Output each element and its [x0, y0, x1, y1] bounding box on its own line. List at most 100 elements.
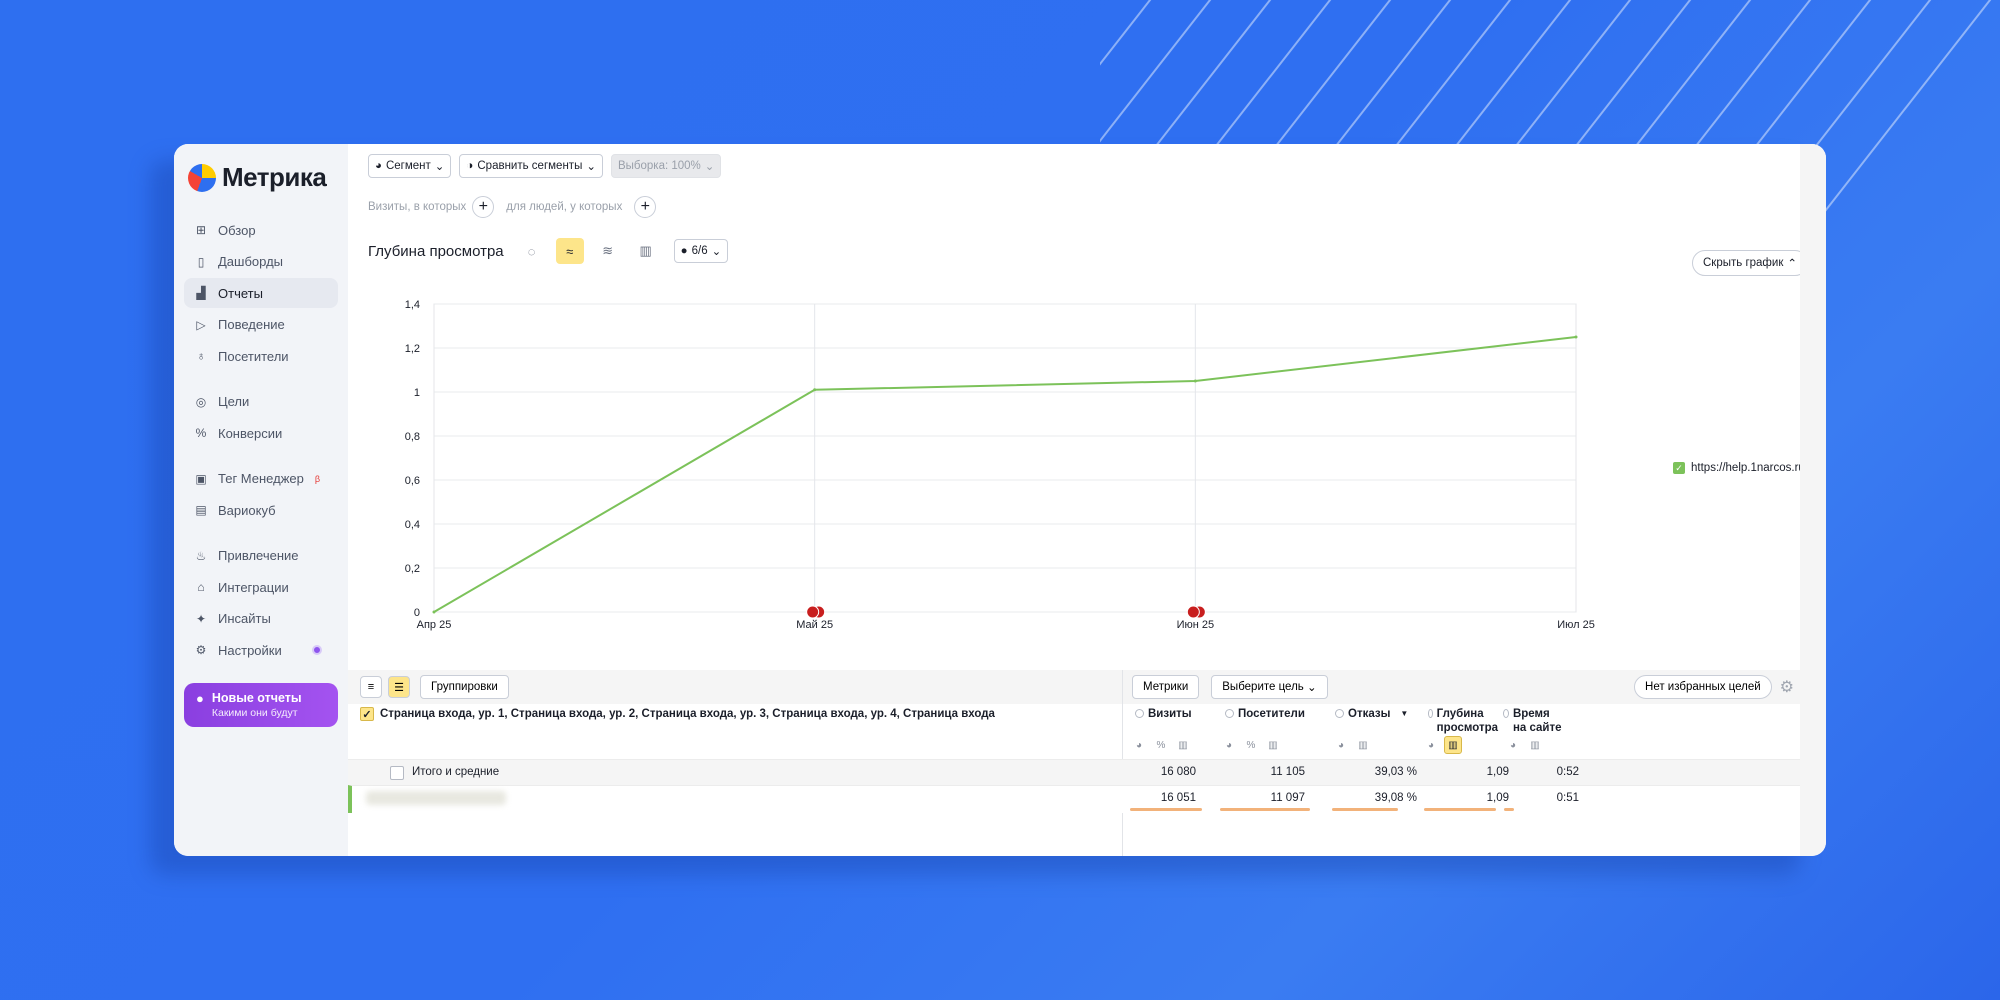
bar-chart-icon[interactable]: ▥ [1526, 736, 1544, 754]
logo[interactable]: Метрика [188, 162, 338, 193]
stacked-area-view-icon[interactable]: ≋ [594, 238, 622, 264]
y-tick-label: 1,2 [405, 343, 420, 355]
sidebar-item-label: Вариокуб [218, 502, 276, 518]
visits-filter-label: Визиты, в которых [368, 201, 467, 213]
chart-legend[interactable]: ✓ https://help.1narcos.ru/ [1673, 462, 1808, 474]
col-header-time[interactable]: Время на сайте [1503, 707, 1563, 735]
sample-button[interactable]: Выборка: 100% ⌄ [610, 154, 722, 178]
no-favorite-goals-button[interactable]: Нет избранных целей [1634, 675, 1772, 699]
chevron-down-icon: ⌄ [1303, 682, 1317, 694]
bar-chart-view-icon[interactable]: ▥ [632, 238, 660, 264]
sidebar-item-conversions[interactable]: % Конверсии [184, 418, 338, 448]
bar-chart-icon[interactable]: ▥ [1354, 736, 1372, 754]
sidebar-item-behavior[interactable]: ▷ Поведение [184, 310, 338, 340]
tag-manager-icon: ▣ [195, 471, 207, 486]
sidebar-item-visitors[interactable]: ♁ Посетители [184, 341, 338, 371]
data-point [432, 610, 436, 614]
dashboard-icon: ▯ [197, 254, 205, 269]
pie-icon[interactable]: ◕ [1130, 736, 1148, 754]
sort-radio[interactable] [1335, 709, 1344, 718]
pie-icon[interactable]: ◕ [1504, 736, 1522, 754]
x-tick-label: Май 25 [796, 619, 833, 631]
sidebar-item-integrations[interactable]: ⌂ Интеграции [184, 572, 338, 602]
sidebar-item-label: Цели [218, 394, 250, 409]
gear-icon[interactable]: ⚙ [1780, 677, 1794, 697]
promo-subtitle: Какими они будут [211, 707, 298, 719]
y-tick-label: 1 [414, 387, 420, 399]
sidebar: Метрика ⊞ Обзор ▯ Дашборды ▟ Отчеты ▷ Поведе… [174, 144, 348, 856]
sidebar-item-insights[interactable]: ✦ Инсайты [184, 604, 338, 634]
sort-radio[interactable] [1503, 709, 1509, 718]
add-visit-filter-button[interactable]: + [472, 196, 495, 218]
col-header-visits[interactable]: Визиты [1135, 707, 1215, 721]
col-header-depth[interactable]: Глубина просмотра [1428, 707, 1498, 735]
sidebar-item-dashboards[interactable]: ▯ Дашборды [184, 247, 338, 277]
sidebar-item-reports[interactable]: ▟ Отчеты [184, 278, 338, 308]
total-checkbox[interactable] [390, 766, 404, 780]
x-tick-label: Июл 25 [1557, 619, 1595, 631]
chevron-down-icon: ⌄ [704, 161, 715, 173]
sidebar-item-label: Отчеты [218, 285, 263, 301]
col-label: Время на сайте [1512, 708, 1562, 734]
sidebar-item-tag-manager[interactable]: ▣ Тег Менеджер β [184, 464, 338, 494]
sidebar-item-label: Посетители [218, 348, 289, 364]
bar-chart-icon[interactable]: ▥ [1174, 736, 1192, 754]
sort-radio[interactable] [1135, 709, 1144, 718]
time-share-bar [1504, 808, 1514, 811]
sidebar-item-variocube[interactable]: ▤ Вариокуб [184, 495, 338, 525]
table-row[interactable]: 16 051 11 097 39,08 % 1,09 0:51 [348, 785, 1800, 813]
sidebar-item-overview[interactable]: ⊞ Обзор [184, 215, 338, 245]
line-chart-view-icon[interactable]: ≈ [555, 238, 584, 264]
compare-segments-button[interactable]: ◑ Сравнить сегменты ⌄ [459, 154, 603, 178]
bounces-chart-modes: ◕ ▥ [1332, 736, 1372, 754]
list-view-icon[interactable]: ≡ [360, 676, 382, 698]
annotation-marker [1186, 605, 1200, 619]
pie-icon[interactable]: ◕ [1332, 736, 1350, 754]
new-reports-promo[interactable]: ● Новые отчеты Какими они будут [184, 683, 338, 727]
groupings-button[interactable]: Группировки [420, 675, 509, 699]
sidebar-item-label: Тег Менеджер [218, 471, 304, 486]
sort-radio[interactable] [1225, 709, 1234, 718]
percent-icon[interactable]: % [1242, 736, 1260, 754]
y-tick-label: 0 [414, 607, 420, 619]
choose-goal-button[interactable]: Выберите цель ⌄ [1211, 675, 1328, 699]
pie-icon[interactable]: ◕ [1220, 736, 1238, 754]
col-header-visitors[interactable]: Посетители [1225, 707, 1315, 721]
chevron-down-icon: ⌄ [586, 161, 596, 173]
percent-icon[interactable]: % [1152, 736, 1170, 754]
pie-icon[interactable]: ◕ [1422, 736, 1440, 754]
dimensions-header: ✓ Страница входа, ур. 1, Страница входа,… [360, 707, 995, 721]
dimensions-checkbox[interactable]: ✓ [360, 707, 374, 721]
metrika-logo-icon [188, 163, 216, 192]
segment-button[interactable]: ◕ Сегмент ⌄ [368, 154, 452, 178]
bar-chart-icon[interactable]: ▥ [1264, 736, 1282, 754]
app-name: Метрика [222, 162, 327, 192]
choose-goal-label: Выберите цель [1222, 681, 1304, 693]
add-people-filter-button[interactable]: + [634, 196, 657, 218]
beta-badge: β [314, 473, 321, 484]
series-line [433, 336, 1577, 613]
sidebar-item-goals[interactable]: ◎ Цели [184, 387, 338, 417]
table-row-total: Итого и средние 16 080 11 105 39,03 % 1,… [348, 759, 1800, 785]
sort-radio[interactable] [1428, 709, 1433, 718]
variocube-icon: ▤ [195, 503, 207, 517]
chevron-up-icon: ⌃ [1787, 258, 1797, 270]
sidebar-item-acquisition[interactable]: ♨ Привлечение [184, 541, 338, 571]
bar-chart-icon[interactable]: ▥ [1444, 736, 1462, 754]
people-filter-label: для людей, у которых [506, 201, 623, 213]
right-gutter [1800, 144, 1826, 856]
tree-view-icon[interactable]: ☰ [388, 676, 410, 698]
chevron-down-icon: ⌄ [711, 246, 722, 258]
bounces-share-bar [1332, 808, 1398, 811]
total-bounces: 39,03 % [1374, 766, 1417, 778]
col-header-bounces[interactable]: Отказы ▼ [1335, 707, 1415, 721]
metrics-button[interactable]: Метрики [1132, 675, 1200, 699]
series-selector[interactable]: ● 6/6 ⌄ [673, 239, 729, 263]
pie-chart-view-icon[interactable]: ◌ [518, 238, 546, 264]
sidebar-item-settings[interactable]: ⚙ Настройки [184, 635, 338, 665]
hide-chart-button[interactable]: Скрыть график ⌃ [1692, 250, 1808, 276]
sidebar-item-label: Настройки [218, 642, 282, 658]
legend-checkbox[interactable]: ✓ [1673, 462, 1686, 474]
visitors-chart-modes: ◕% ▥ [1220, 736, 1282, 754]
x-tick-label: Апр 25 [417, 619, 452, 631]
